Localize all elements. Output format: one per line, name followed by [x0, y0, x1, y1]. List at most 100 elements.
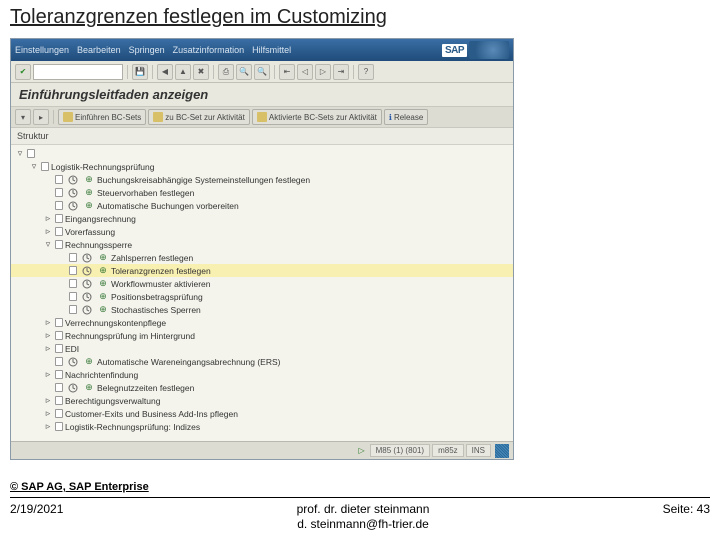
collapse-icon[interactable]: ▸	[33, 109, 49, 125]
sap-window: Einstellungen Bearbeiten Springen Zusatz…	[10, 38, 514, 460]
expand-toggle-icon[interactable]: ▿	[15, 148, 25, 159]
expand-toggle-icon[interactable]: ▹	[43, 369, 53, 380]
window-titlebar: Einstellungen Bearbeiten Springen Zusatz…	[11, 39, 513, 61]
expand-toggle-icon[interactable]: ▹	[43, 330, 53, 341]
prev-page-icon[interactable]: ◁	[297, 64, 313, 80]
menu-zusatzinfo[interactable]: Zusatzinformation	[173, 45, 245, 55]
copyright: © SAP AG, SAP Enterprise	[0, 481, 720, 495]
bcset-button-1[interactable]: Einführen BC-Sets	[58, 109, 146, 125]
app-toolbar: ▾ ▸ Einführen BC-Sets zu BC-Set zur Akti…	[11, 106, 513, 128]
exec-icon: ⊕	[97, 266, 109, 276]
sap-logo-text: SAP	[442, 44, 467, 57]
find-next-icon[interactable]: 🔍	[254, 64, 270, 80]
find-icon[interactable]: 🔍	[236, 64, 252, 80]
tree-row[interactable]: ⊕Buchungskreisabhängige Systemeinstellun…	[11, 173, 513, 186]
tree-label: Nachrichtenfindung	[65, 370, 138, 380]
app-title: Einführungsleitfaden anzeigen	[11, 83, 513, 106]
tree-row[interactable]: ▹ Nachrichtenfindung	[11, 368, 513, 381]
menu-einstellungen[interactable]: Einstellungen	[15, 45, 69, 55]
save-icon[interactable]: 💾	[132, 64, 148, 80]
expand-toggle-icon[interactable]: ▹	[43, 421, 53, 432]
tree-label: Automatische Wareneingangsabrechnung (ER…	[97, 357, 280, 367]
enter-button[interactable]: ✔	[15, 64, 31, 80]
expand-toggle-icon[interactable]: ▹	[43, 343, 53, 354]
command-field[interactable]	[33, 64, 123, 80]
tree-label: Stochastisches Sperren	[111, 305, 201, 315]
tree-label: Eingangsrechnung	[65, 214, 136, 224]
doc-icon	[69, 266, 77, 275]
clock-icon	[67, 201, 79, 211]
bcset-button-2[interactable]: zu BC-Set zur Aktivität	[148, 109, 250, 125]
exit-icon[interactable]: ▲	[175, 64, 191, 80]
tree-row[interactable]: ▹ EDI	[11, 342, 513, 355]
tree-row[interactable]: ⊕Automatische Wareneingangsabrechnung (E…	[11, 355, 513, 368]
bcset-button-3[interactable]: Aktivierte BC-Sets zur Aktivität	[252, 109, 382, 125]
info-icon: ℹ	[389, 113, 392, 122]
doc-icon	[55, 318, 63, 327]
last-page-icon[interactable]: ⇥	[333, 64, 349, 80]
expand-toggle-icon[interactable]: ▿	[43, 239, 53, 250]
clock-icon	[81, 292, 93, 302]
tree-row[interactable]: ⊕Belegnutzzeiten festlegen	[11, 381, 513, 394]
tree-row[interactable]: ▹Verrechnungskontenpflege	[11, 316, 513, 329]
tree-label: EDI	[65, 344, 79, 354]
expand-toggle-icon[interactable]: ▿	[29, 161, 39, 172]
slide-footer: © SAP AG, SAP Enterprise 2/19/2021 prof.…	[0, 481, 720, 540]
help-icon[interactable]: ?	[358, 64, 374, 80]
tree-row[interactable]: ⊕Toleranzgrenzen festlegen	[11, 264, 513, 277]
tree-label: Rechnungssperre	[65, 240, 132, 250]
author-line1: prof. dr. dieter steinmann	[63, 502, 662, 517]
expand-toggle-icon[interactable]: ▹	[43, 226, 53, 237]
release-button[interactable]: ℹRelease	[384, 109, 428, 125]
next-page-icon[interactable]: ▷	[315, 64, 331, 80]
doc-icon	[69, 279, 77, 288]
clock-icon	[67, 357, 79, 367]
back-icon[interactable]: ◀	[157, 64, 173, 80]
img-tree[interactable]: ▿▿Logistik-Rechnungsprüfung⊕Buchungskrei…	[11, 145, 513, 455]
doc-icon	[55, 214, 63, 223]
tree-row[interactable]: ▿Logistik-Rechnungsprüfung	[11, 160, 513, 173]
tree-row[interactable]: ⊕Workflowmuster aktivieren	[11, 277, 513, 290]
menu-hilfsmittel[interactable]: Hilfsmittel	[252, 45, 291, 55]
clock-icon	[67, 383, 79, 393]
exec-icon: ⊕	[83, 357, 95, 367]
expand-toggle-icon[interactable]: ▹	[43, 395, 53, 406]
expand-toggle-icon[interactable]: ▹	[43, 408, 53, 419]
statusbar: ▷ M85 (1) (801) m85z INS	[11, 441, 513, 459]
tree-row[interactable]: ▹Logistik-Rechnungsprüfung: Indizes	[11, 420, 513, 433]
tree-row[interactable]: ⊕Steuervorhaben festlegen	[11, 186, 513, 199]
print-icon[interactable]: ⎙	[218, 64, 234, 80]
tree-label: Automatische Buchungen vorbereiten	[97, 201, 239, 211]
tree-row[interactable]: ⊕Automatische Buchungen vorbereiten	[11, 199, 513, 212]
doc-icon	[69, 292, 77, 301]
expand-toggle-icon[interactable]: ▹	[43, 213, 53, 224]
tree-label: Steuervorhaben festlegen	[97, 188, 194, 198]
doc-icon	[41, 162, 49, 171]
status-mode: INS	[466, 444, 491, 457]
tree-row[interactable]: ▹ Eingangsrechnung	[11, 212, 513, 225]
tree-row[interactable]: ▿	[11, 147, 513, 160]
doc-icon	[55, 422, 63, 431]
cancel-icon[interactable]: ✖	[193, 64, 209, 80]
first-page-icon[interactable]: ⇤	[279, 64, 295, 80]
resize-grip-icon[interactable]	[495, 444, 509, 458]
tree-row[interactable]: ⊕Positionsbetragsprüfung	[11, 290, 513, 303]
doc-icon	[55, 344, 63, 353]
tree-row[interactable]: ⊕Stochastisches Sperren	[11, 303, 513, 316]
sap-logo: SAP	[442, 41, 509, 59]
exec-icon: ⊕	[83, 188, 95, 198]
expand-icon[interactable]: ▾	[15, 109, 31, 125]
tree-row[interactable]: ▿ Rechnungssperre	[11, 238, 513, 251]
menu-bearbeiten[interactable]: Bearbeiten	[77, 45, 121, 55]
tree-row[interactable]: ⊕Zahlsperren festlegen	[11, 251, 513, 264]
menubar[interactable]: Einstellungen Bearbeiten Springen Zusatz…	[15, 45, 291, 55]
tree-label: Workflowmuster aktivieren	[111, 279, 211, 289]
bcset-label-3: Aktivierte BC-Sets zur Aktivität	[269, 113, 377, 122]
menu-springen[interactable]: Springen	[129, 45, 165, 55]
tree-row[interactable]: ▹Customer-Exits und Business Add-Ins pfl…	[11, 407, 513, 420]
tree-row[interactable]: ▹Berechtigungsverwaltung	[11, 394, 513, 407]
expand-toggle-icon[interactable]: ▹	[43, 317, 53, 328]
tree-row[interactable]: ▹Rechnungsprüfung im Hintergrund	[11, 329, 513, 342]
footer-page: Seite: 43	[663, 502, 710, 516]
tree-row[interactable]: ▹Vorerfassung	[11, 225, 513, 238]
